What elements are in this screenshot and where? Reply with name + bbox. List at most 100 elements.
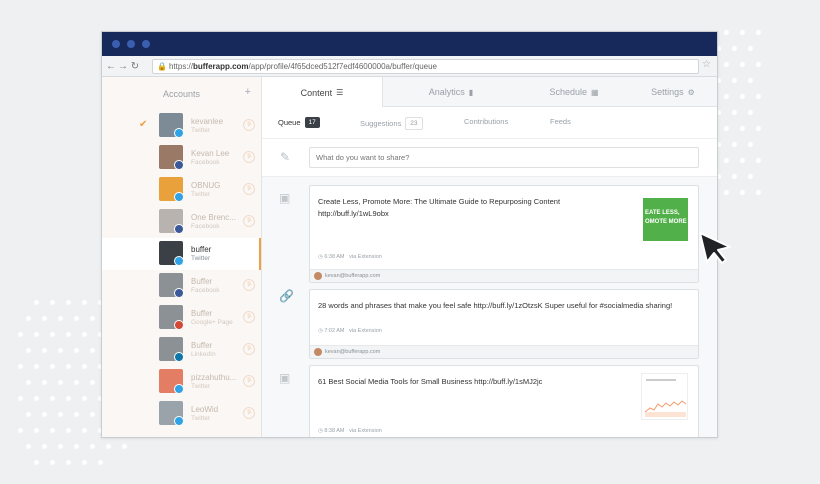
decorative-dot <box>724 126 729 131</box>
decorative-dot <box>82 300 87 305</box>
account-network: Twitter <box>191 255 211 262</box>
sidebar-account[interactable]: OBNUG Twitter 9 <box>102 174 261 206</box>
account-network: Facebook <box>191 159 220 166</box>
decorative-dot <box>732 110 737 115</box>
post-footer: kevan@bufferapp.com <box>310 269 698 282</box>
avatar <box>159 209 183 233</box>
account-count-badge: 9 <box>243 343 255 355</box>
decorative-dot <box>756 126 761 131</box>
post-meta: ◷ 6:38 AM via Extension <box>318 254 382 260</box>
tab-settings-label: Settings <box>651 87 684 97</box>
decorative-dot <box>82 460 87 465</box>
twitter-icon <box>174 256 183 265</box>
account-count-badge: 9 <box>243 375 255 387</box>
tab-schedule[interactable]: Schedule ▦ <box>519 77 629 107</box>
account-count-badge: 9 <box>243 311 255 323</box>
avatar <box>159 401 183 425</box>
sidebar-account[interactable]: LeoWid Twitter 9 <box>102 398 261 430</box>
check-icon: ✔ <box>139 119 148 130</box>
decorative-dot <box>740 126 745 131</box>
account-name: Kevan Lee <box>191 149 230 158</box>
post-via: via Extension <box>349 328 382 334</box>
facebook-icon <box>174 160 183 169</box>
account-name: OBNUG <box>191 181 221 190</box>
decorative-dot <box>34 460 39 465</box>
decorative-dot <box>18 364 23 369</box>
image-icon: ▣ <box>279 371 291 385</box>
avatar <box>159 241 183 265</box>
window-close-dot[interactable] <box>112 40 120 48</box>
sidebar-account[interactable]: Buffer LinkedIn 9 <box>102 334 261 366</box>
decorative-dot <box>66 332 71 337</box>
decorative-dot <box>756 30 761 35</box>
compose-input[interactable] <box>309 147 699 168</box>
forward-arrow-icon[interactable]: → <box>117 61 129 72</box>
subtab-queue[interactable]: Queue 17 <box>278 117 320 128</box>
sidebar-account[interactable]: One Brenc... Facebook 9 <box>102 206 261 238</box>
sidebar-account[interactable]: ✔ kevanlee Twitter 9 <box>102 110 261 142</box>
decorative-dot <box>74 380 79 385</box>
decorative-dot <box>82 332 87 337</box>
tab-content[interactable]: Content ☰ <box>262 77 383 108</box>
sidebar-account[interactable]: Buffer Google+ Page 9 <box>102 302 261 334</box>
calendar-icon: ▦ <box>590 87 599 97</box>
post-thumbnail[interactable] <box>641 373 688 420</box>
queued-post[interactable]: 28 words and phrases that make you feel … <box>309 289 699 359</box>
decorative-dot <box>90 380 95 385</box>
post-time: 6:38 AM <box>324 254 345 260</box>
window-maximize-dot[interactable] <box>142 40 150 48</box>
account-network: Facebook <box>191 223 220 230</box>
account-name: kevanlee <box>191 117 224 126</box>
tab-schedule-label: Schedule <box>549 87 587 97</box>
decorative-dot <box>756 158 761 163</box>
decorative-dot <box>90 412 95 417</box>
accounts-header: Accounts + <box>102 77 261 110</box>
account-name: buffer <box>191 245 212 254</box>
tab-settings[interactable]: Settings ⚙ <box>629 77 717 107</box>
sidebar-account[interactable]: buffer Twitter <box>102 238 261 270</box>
queued-post[interactable]: 61 Best Social Media Tools for Small Bus… <box>309 365 699 437</box>
decorative-dot <box>50 332 55 337</box>
reload-icon[interactable]: ↻ <box>129 61 141 72</box>
subtab-contributions[interactable]: Contributions <box>464 117 508 126</box>
sidebar-account[interactable]: Buffer Facebook 9 <box>102 270 261 302</box>
decorative-dot <box>748 46 753 51</box>
bookmark-star-icon[interactable]: ☆ <box>702 59 711 70</box>
decorative-dot <box>740 158 745 163</box>
author-avatar <box>314 272 322 280</box>
decorative-dot <box>756 94 761 99</box>
buffer-app: Accounts + ✔ kevanlee Twitter 9 Kevan Lee Fac… <box>102 77 717 437</box>
subtab-suggestions[interactable]: Suggestions 23 <box>360 117 423 130</box>
subtab-feeds-label: Feeds <box>550 117 571 126</box>
decorative-dot <box>756 190 761 195</box>
linkedin-icon <box>174 352 183 361</box>
decorative-dot <box>748 142 753 147</box>
author-avatar <box>314 348 322 356</box>
accounts-sidebar: Accounts + ✔ kevanlee Twitter 9 Kevan Lee Fac… <box>102 77 262 437</box>
sidebar-account[interactable]: pizzahuthu... Twitter 9 <box>102 366 261 398</box>
decorative-dot <box>74 444 79 449</box>
decorative-dot <box>756 62 761 67</box>
url-path: /app/profile/4f65dced512f7edf4600000a/bu… <box>248 62 438 71</box>
queued-post[interactable]: Create Less, Promote More: The Ultimate … <box>309 185 699 283</box>
subtab-feeds[interactable]: Feeds <box>550 117 571 126</box>
decorative-dot <box>18 428 23 433</box>
decorative-dot <box>18 332 23 337</box>
address-bar[interactable]: 🔒 https://bufferapp.com/app/profile/4f65d… <box>152 59 699 74</box>
back-arrow-icon[interactable]: ← <box>105 61 117 72</box>
avatar <box>159 273 183 297</box>
add-account-button[interactable]: + <box>245 86 251 98</box>
account-network: Twitter <box>191 127 211 134</box>
account-name: LeoWid <box>191 405 219 414</box>
decorative-dot <box>42 380 47 385</box>
decorative-dot <box>34 364 39 369</box>
decorative-dot <box>42 316 47 321</box>
tab-analytics[interactable]: Analytics ▮ <box>383 77 519 107</box>
post-thumbnail[interactable]: EATE LESS, OMOTE MORE <box>643 198 688 241</box>
account-network: Twitter <box>191 191 211 198</box>
post-text: 28 words and phrases that make you feel … <box>318 301 673 310</box>
sidebar-account[interactable]: Kevan Lee Facebook 9 <box>102 142 261 174</box>
account-network: Google+ Page <box>191 319 233 326</box>
window-minimize-dot[interactable] <box>127 40 135 48</box>
account-network: LinkedIn <box>191 351 216 358</box>
